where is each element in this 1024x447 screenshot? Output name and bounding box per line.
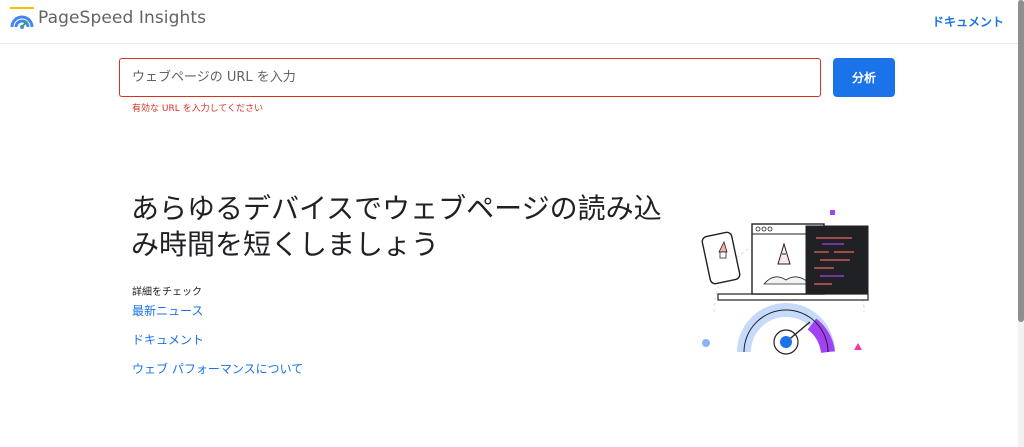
news-link[interactable]: 最新ニュース — [132, 302, 303, 331]
confetti-triangle — [854, 343, 862, 350]
url-input[interactable] — [119, 58, 821, 97]
logo[interactable]: PageSpeed Insights — [10, 7, 206, 29]
speed-gauge-icon — [737, 303, 835, 355]
code-editor-icon — [805, 225, 869, 295]
documentation-link[interactable]: ドキュメント — [132, 331, 303, 360]
web-performance-link[interactable]: ウェブ パフォーマンスについて — [132, 360, 303, 389]
header: PageSpeed Insights ドキュメント — [0, 0, 1018, 44]
scrollbar-thumb[interactable] — [1018, 0, 1024, 322]
page: PageSpeed Insights ドキュメント 有効な URL を入力してく… — [0, 0, 1024, 447]
url-error-message: 有効な URL を入力してください — [132, 104, 264, 114]
app-title: PageSpeed Insights — [38, 8, 207, 28]
scrollbar[interactable] — [1018, 0, 1024, 447]
analyze-button[interactable]: 分析 — [833, 58, 895, 97]
resource-links: 最新ニュース ドキュメント ウェブ パフォーマンスについて — [132, 302, 303, 389]
phone-icon — [701, 231, 741, 285]
learn-more-label: 詳細をチェック — [132, 287, 202, 298]
hero-heading: あらゆるデバイスでウェブページの読み込み時間を短くしましょう — [131, 192, 662, 261]
header-docs-link[interactable]: ドキュメント — [932, 13, 1004, 30]
hero-illustration — [701, 210, 869, 355]
confetti-square — [830, 210, 835, 215]
confetti-dot — [702, 339, 710, 347]
pagespeed-logo-icon — [10, 7, 34, 29]
